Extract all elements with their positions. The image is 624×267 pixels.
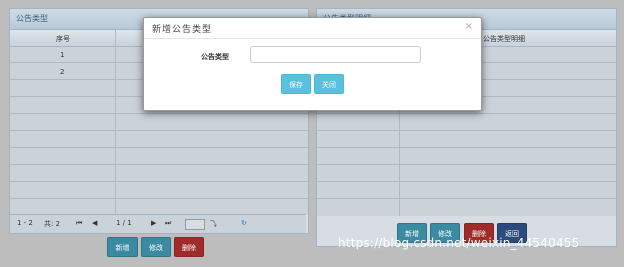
close-icon[interactable]: × bbox=[465, 21, 473, 32]
row-divider bbox=[317, 181, 616, 182]
row-divider bbox=[10, 164, 308, 165]
first-page-icon[interactable]: ⏮ bbox=[76, 219, 82, 228]
row-divider bbox=[10, 198, 308, 199]
add-button[interactable]: 新增 bbox=[107, 237, 138, 257]
close-button[interactable]: 关闭 bbox=[314, 74, 344, 94]
row-divider bbox=[10, 181, 308, 182]
pager-total: 共: 2 bbox=[44, 220, 61, 228]
row-divider bbox=[317, 164, 616, 165]
last-page-icon[interactable]: ⏭ bbox=[165, 219, 171, 228]
notice-type-input[interactable] bbox=[250, 46, 421, 63]
column-header-detail[interactable]: 公告类型明细 bbox=[483, 34, 525, 44]
row-divider bbox=[317, 130, 616, 131]
row-divider bbox=[10, 147, 308, 148]
refresh-icon[interactable]: ↻ bbox=[241, 219, 247, 227]
row-divider bbox=[10, 130, 308, 131]
edit-button[interactable]: 修改 bbox=[141, 237, 171, 257]
row-divider bbox=[317, 198, 616, 199]
pager-range: 1 - 2 bbox=[17, 219, 33, 227]
next-page-icon[interactable]: ▶ bbox=[151, 219, 156, 227]
delete-button[interactable]: 删除 bbox=[174, 237, 204, 257]
save-button[interactable]: 保存 bbox=[281, 74, 311, 94]
notice-type-label: 公告类型 bbox=[201, 53, 229, 61]
add-notice-type-dialog: 新增公告类型 × 公告类型 保存 关闭 bbox=[143, 17, 482, 111]
row-divider bbox=[317, 113, 616, 114]
pager-page: 1 / 1 bbox=[116, 219, 132, 227]
row-divider bbox=[10, 113, 308, 114]
column-header-index[interactable]: 序号 bbox=[56, 34, 70, 44]
column-divider bbox=[115, 30, 116, 214]
watermark: https://blog.csdn.net/weixin_44540455 bbox=[338, 236, 580, 250]
page-jump-input[interactable] bbox=[185, 219, 205, 230]
row-divider bbox=[317, 147, 616, 148]
table-row[interactable]: 2 bbox=[60, 68, 64, 76]
prev-page-icon[interactable]: ◀ bbox=[92, 219, 97, 227]
dialog-title: 新增公告类型 bbox=[152, 25, 213, 35]
dialog-header: 新增公告类型 × bbox=[144, 18, 481, 39]
table-row[interactable]: 1 bbox=[60, 51, 64, 59]
go-arrow-icon[interactable]: ⤵ bbox=[210, 219, 217, 229]
pagination-bar: 1 - 2 共: 2 ⏮ ◀ 1 / 1 ▶ ⏭ ⤵ ↻ bbox=[10, 214, 306, 233]
